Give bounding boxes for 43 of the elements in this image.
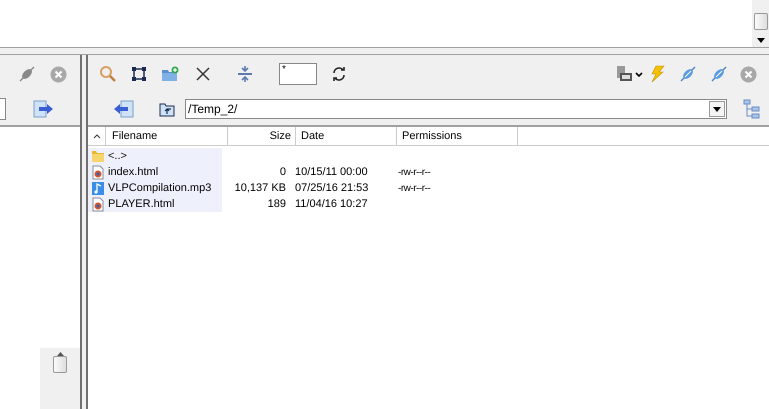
- file-permissions: -rw-r--r--: [397, 166, 430, 178]
- scrollbar[interactable]: [40, 348, 80, 409]
- parent-folder-icon[interactable]: [159, 101, 175, 117]
- merge-icon[interactable]: [237, 65, 253, 83]
- sort-caret-icon: [92, 134, 100, 138]
- column-header[interactable]: Date: [296, 127, 397, 145]
- file-date: 10/15/11 00:00: [294, 166, 369, 178]
- scrollbar-thumb[interactable]: [53, 356, 67, 373]
- new-folder-icon[interactable]: [161, 66, 179, 82]
- plug-icon[interactable]: [679, 65, 697, 83]
- tree-icon[interactable]: [743, 99, 761, 119]
- column-header[interactable]: Size: [228, 127, 296, 145]
- file-size: 0: [278, 166, 287, 178]
- file-date: 11/04/16 10:27: [294, 198, 369, 210]
- dropdown-button[interactable]: [709, 101, 725, 117]
- back-icon[interactable]: [113, 100, 135, 118]
- file-size: 10,137 KB: [234, 182, 287, 194]
- column-header[interactable]: Permissions: [397, 127, 518, 145]
- plug-icon[interactable]: [710, 65, 728, 83]
- file-date: 07/25/16 21:53: [294, 182, 370, 194]
- file-name[interactable]: <..>: [108, 150, 127, 162]
- close-icon[interactable]: [195, 66, 211, 82]
- web-file-icon: [91, 196, 105, 212]
- path-field[interactable]: /Temp_2/: [185, 99, 727, 119]
- scrollbar-thumb[interactable]: [754, 13, 768, 30]
- dropdown-arrow-icon: [756, 38, 764, 43]
- path-field[interactable]: [0, 98, 6, 120]
- refresh-icon[interactable]: [331, 66, 347, 82]
- web-file-icon: [91, 164, 105, 180]
- lightning-icon[interactable]: [649, 65, 665, 83]
- audio-file-icon: [91, 180, 105, 196]
- filter-field[interactable]: *: [279, 63, 317, 85]
- forward-icon[interactable]: [32, 100, 54, 118]
- file-permissions: -rw-r--r--: [397, 182, 430, 194]
- selection-icon[interactable]: [131, 66, 147, 82]
- scrollbar[interactable]: [752, 0, 769, 47]
- dropdown-arrow-icon: [713, 106, 721, 112]
- drive-icon[interactable]: [615, 65, 643, 83]
- folder-icon: [91, 149, 105, 163]
- file-size: 189: [266, 198, 287, 210]
- search-icon[interactable]: [99, 65, 117, 83]
- column-header[interactable]: Filename: [106, 127, 228, 145]
- plug-icon: [18, 65, 36, 83]
